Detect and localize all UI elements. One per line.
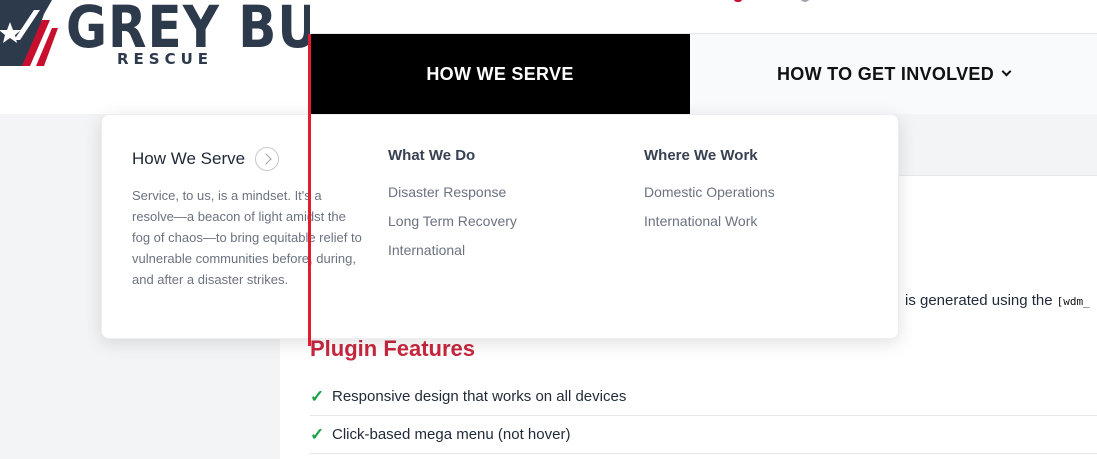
- checkmark-icon: ✓: [310, 386, 325, 406]
- menu-link-international[interactable]: International: [388, 242, 465, 258]
- utility-link-fragment[interactable]: [734, 0, 742, 2]
- checkmark-icon: ✓: [310, 424, 325, 444]
- menu-link-international-work[interactable]: International Work: [644, 213, 757, 229]
- mega-menu-title-link[interactable]: How We Serve: [132, 147, 280, 171]
- section-heading: Plugin Features: [310, 336, 476, 361]
- arrow-circle-right-icon: [255, 147, 280, 171]
- annotation-line: [308, 34, 311, 346]
- page-subheader: [898, 114, 1097, 176]
- logo-subtitle: RESCUE: [117, 50, 214, 68]
- column-heading-what-we-do: What We Do: [388, 147, 476, 164]
- nav-item-label: HOW WE SERVE: [426, 63, 574, 84]
- mega-menu-title: How We Serve: [132, 149, 246, 168]
- feature-text: Responsive design that works on all devi…: [332, 388, 627, 405]
- chevron-down-icon: [1001, 66, 1012, 77]
- site-logo[interactable]: GREY BULL RESCUE: [0, 0, 384, 114]
- bull-logo-icon: [0, 0, 58, 66]
- column-heading-where-we-work: Where We Work: [644, 147, 758, 164]
- menu-link-long-term-recovery[interactable]: Long Term Recovery: [388, 213, 517, 229]
- top-utility-bar: [310, 0, 1097, 34]
- nav-item-how-we-serve[interactable]: HOW WE SERVE: [310, 34, 690, 114]
- nav-item-label: HOW TO GET INVOLVED: [776, 63, 995, 84]
- feature-text: Click-based mega menu (not hover): [332, 426, 571, 443]
- mega-menu-description: Service, to us, is a mindset. It's a res…: [132, 188, 362, 287]
- shortcode-text: [wdm_: [1056, 295, 1090, 308]
- menu-link-disaster-response[interactable]: Disaster Response: [388, 184, 506, 200]
- feature-list-item: ✓ Responsive design that works on all de…: [310, 378, 1097, 416]
- search-icon[interactable]: [800, 0, 810, 2]
- content-paragraph: is generated using the [wdm_: [905, 292, 1090, 309]
- page: GREY BULL RESCUE HOW WE SERVE HOW TO GET…: [0, 0, 1097, 459]
- paragraph-text: is generated using the: [905, 292, 1053, 309]
- feature-list-item: ✓ Click-based mega menu (not hover): [310, 416, 1097, 454]
- main-nav: HOW WE SERVE HOW TO GET INVOLVED: [310, 34, 1097, 114]
- mega-menu-panel: How We Serve Service, to us, is a mindse…: [101, 114, 899, 339]
- nav-item-how-to-get-involved[interactable]: HOW TO GET INVOLVED: [690, 34, 1097, 114]
- menu-link-domestic-operations[interactable]: Domestic Operations: [644, 184, 775, 200]
